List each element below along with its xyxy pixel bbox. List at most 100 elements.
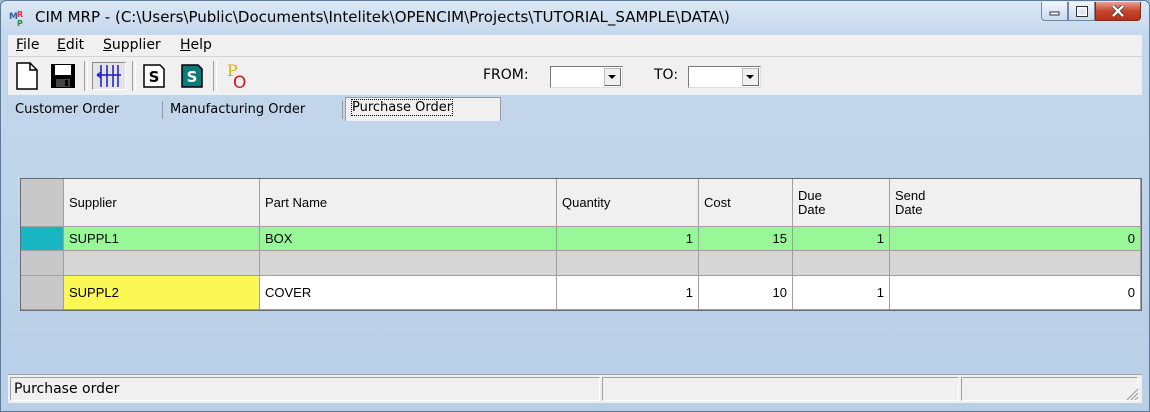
menu-supplier-label: upplier <box>111 37 161 53</box>
row-indicator[interactable] <box>21 251 64 276</box>
order-tabs: Customer Order Manufacturing Order Purch… <box>8 95 1142 121</box>
window-title: CIM MRP - (C:\Users\Public\Documents\Int… <box>35 8 730 26</box>
tab-manufacturing-order[interactable]: Manufacturing Order <box>164 101 343 119</box>
status-panel-middle <box>602 377 959 401</box>
header-send-date-text: Send Date <box>895 187 926 217</box>
menu-bar: File Edit Supplier Help <box>8 35 1142 57</box>
to-date-select[interactable] <box>688 66 761 88</box>
column-header-due-date[interactable]: Due Date <box>793 179 890 227</box>
cell-cost[interactable]: 15 <box>699 227 793 251</box>
to-dropdown-arrow[interactable] <box>742 68 759 86</box>
window-controls <box>1041 2 1141 22</box>
cell-supplier[interactable]: SUPPL1 <box>64 227 260 251</box>
menu-file-label: ile <box>23 37 40 53</box>
menu-help[interactable]: Help <box>180 37 212 53</box>
purchase-order-grid[interactable]: Supplier Part Name Quantity Cost Due Dat… <box>20 178 1142 311</box>
cell-part-name[interactable]: BOX <box>260 227 557 251</box>
chevron-down-icon <box>746 74 754 79</box>
cell-quantity[interactable]: 1 <box>557 227 699 251</box>
header-part-name-text: Part Name <box>265 194 328 210</box>
to-label: TO: <box>654 67 679 83</box>
cell-send-date[interactable]: 0 <box>890 276 1141 310</box>
toolbar-separator <box>213 61 217 91</box>
cell-quantity[interactable]: 1 <box>557 276 699 310</box>
tab-purchase-order-label: Purchase Order <box>350 99 454 116</box>
purchase-order-button[interactable]: P O <box>221 61 251 91</box>
menu-supplier[interactable]: Supplier <box>103 37 161 53</box>
sheet-s-letter: S <box>187 68 198 86</box>
minimize-button[interactable] <box>1041 2 1068 21</box>
cell-part-name[interactable] <box>260 251 557 276</box>
cell-part-name[interactable]: COVER <box>260 276 557 310</box>
tab-purchase-order[interactable]: Purchase Order <box>345 97 501 121</box>
status-bar: Purchase order <box>8 374 1142 403</box>
resize-grip-icon[interactable] <box>1125 387 1139 401</box>
header-quantity-text: Quantity <box>562 194 611 210</box>
from-dropdown-arrow[interactable] <box>604 68 621 86</box>
cell-send-date[interactable] <box>890 251 1141 276</box>
status-panel-right <box>961 377 1138 401</box>
cell-supplier[interactable]: SUPPL2 <box>64 276 260 310</box>
po-icon: P O <box>227 61 246 91</box>
po-o-letter: O <box>233 73 246 91</box>
sliders-icon <box>96 65 121 87</box>
cell-due-date[interactable] <box>793 251 890 276</box>
from-date-select[interactable] <box>550 66 623 88</box>
tab-customer-order-label: Customer Order <box>15 102 120 117</box>
close-icon <box>1111 5 1125 17</box>
supplier-script-button[interactable]: S <box>140 62 168 90</box>
minimize-icon <box>1049 11 1059 16</box>
cell-cost[interactable] <box>699 251 793 276</box>
menu-file[interactable]: File <box>16 37 39 53</box>
column-header-quantity[interactable]: Quantity <box>557 179 699 227</box>
svg-text:P: P <box>17 19 23 27</box>
maximize-button[interactable] <box>1068 2 1095 21</box>
cell-due-date[interactable]: 1 <box>793 276 890 310</box>
script-s-letter: S <box>149 68 160 86</box>
cell-due-date[interactable]: 1 <box>793 227 890 251</box>
close-button[interactable] <box>1095 2 1141 21</box>
column-header-send-date[interactable]: Send Date <box>890 179 1141 227</box>
row-indicator[interactable] <box>21 276 64 310</box>
toolbar: S S P O FROM: TO: <box>8 57 1142 95</box>
status-panel-main: Purchase order <box>10 377 600 401</box>
title-bar[interactable]: M R P CIM MRP - (C:\Users\Public\Documen… <box>1 1 1149 35</box>
menu-supplier-mnemonic: S <box>103 37 112 53</box>
toolbar-separator <box>84 61 88 91</box>
grid-corner-header <box>21 179 64 227</box>
save-button[interactable] <box>49 62 77 90</box>
menu-edit-mnemonic: E <box>57 37 66 53</box>
cell-cost[interactable]: 10 <box>699 276 793 310</box>
tab-customer-order[interactable]: Customer Order <box>9 101 163 119</box>
cim-mrp-app-icon: M R P <box>9 9 27 28</box>
svg-text:R: R <box>17 10 23 19</box>
column-header-supplier[interactable]: Supplier <box>64 179 260 227</box>
chevron-down-icon <box>608 74 616 79</box>
save-floppy-icon <box>51 64 75 88</box>
header-due-date-text: Due Date <box>798 187 826 217</box>
supplier-sheet-button[interactable]: S <box>178 62 206 90</box>
cell-quantity[interactable] <box>557 251 699 276</box>
menu-file-mnemonic: F <box>16 37 24 53</box>
menu-edit[interactable]: Edit <box>57 37 84 53</box>
mrp-run-button[interactable] <box>92 62 126 90</box>
menu-help-label: elp <box>190 37 212 53</box>
cell-supplier[interactable] <box>64 251 260 276</box>
header-cost-text: Cost <box>704 194 731 210</box>
column-header-part-name[interactable]: Part Name <box>260 179 557 227</box>
row-indicator-selected[interactable] <box>21 227 64 251</box>
new-button[interactable] <box>13 62 41 90</box>
header-supplier-text: Supplier <box>69 194 117 210</box>
sheet-s-icon: S <box>181 64 203 88</box>
from-label: FROM: <box>483 67 529 83</box>
cell-send-date[interactable]: 0 <box>890 227 1141 251</box>
column-header-cost[interactable]: Cost <box>699 179 793 227</box>
tab-manufacturing-order-label: Manufacturing Order <box>170 102 306 117</box>
toolbar-separator <box>132 61 136 91</box>
script-s-icon: S <box>143 64 165 88</box>
menu-edit-label: dit <box>65 37 85 53</box>
app-window: M R P CIM MRP - (C:\Users\Public\Documen… <box>0 0 1150 412</box>
new-document-icon <box>16 62 38 90</box>
maximize-icon <box>1075 5 1088 17</box>
menu-help-mnemonic: H <box>180 37 191 53</box>
